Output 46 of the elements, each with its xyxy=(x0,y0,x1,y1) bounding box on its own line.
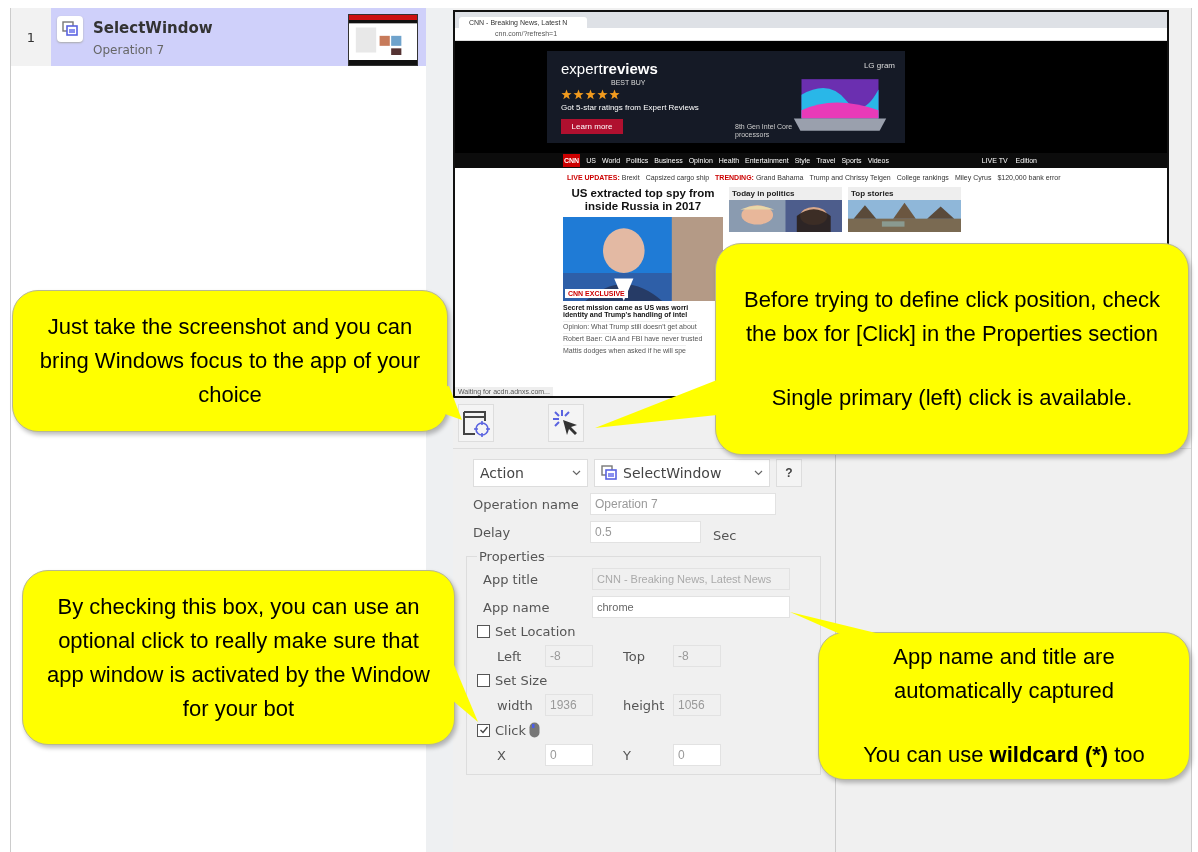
field-label: Top xyxy=(623,648,646,664)
callout-text: You can use wildcard (*) too xyxy=(863,741,1145,769)
click-position-button[interactable] xyxy=(548,404,584,442)
row-number: 1 xyxy=(11,8,51,66)
callout-text: App name and title are automatically captured xyxy=(892,643,1116,705)
callout-text: By checking this box, you can use an optional click to really make sure that app window is activated by the Window for your bot xyxy=(46,592,431,723)
field-label: height xyxy=(623,697,666,713)
ad-tagline: Got 5-star ratings from Expert Reviews xyxy=(561,103,700,112)
step-title: SelectWindow xyxy=(93,19,214,37)
checkbox[interactable] xyxy=(477,625,490,638)
type-dropdown[interactable]: Action xyxy=(473,459,588,487)
field-label: width xyxy=(497,697,534,713)
field-label: App name xyxy=(483,599,551,615)
field-label: Y xyxy=(623,747,632,763)
help-button[interactable]: ? xyxy=(776,459,802,487)
checkbox[interactable] xyxy=(477,723,490,737)
field-label: Delay xyxy=(473,524,512,540)
caret-icon xyxy=(572,470,581,476)
unit-label: Sec xyxy=(713,527,737,543)
section-heading: Today in politics xyxy=(729,187,842,200)
step-subtitle: Operation 7 xyxy=(93,43,166,57)
checkbox[interactable] xyxy=(477,674,490,687)
window-crosshair-icon xyxy=(461,408,491,438)
checkbox-label: Set Size xyxy=(495,673,548,688)
callout-text: Just take the screenshot and you can bring Windows focus to the app of your choice xyxy=(38,313,422,409)
callout-text: Single primary (left) click is available. xyxy=(771,384,1133,412)
callout-text: Before trying to define click position, check the box for [Click] in the Properties section xyxy=(743,286,1161,348)
ad-brand: expertreviews xyxy=(561,61,659,76)
field-label: App title xyxy=(483,571,539,587)
section-heading: Top stories xyxy=(848,187,961,200)
ad-product: LG gram xyxy=(863,61,895,70)
checkbox-label: Set Location xyxy=(495,624,576,639)
learn-more-button[interactable]: Learn more xyxy=(561,119,623,134)
caret-icon xyxy=(754,470,763,476)
text-field[interactable]: chrome xyxy=(592,596,790,618)
headline[interactable]: US extracted top spy from inside Russia in 2017 xyxy=(563,187,723,213)
capture-window-button[interactable] xyxy=(458,404,494,442)
field-label: X xyxy=(497,747,507,763)
group-legend: Properties xyxy=(477,549,547,564)
field-label: Operation name xyxy=(473,496,580,512)
sequence-item[interactable]: 1 SelectWindow Operation 7 xyxy=(11,8,426,66)
command-dropdown[interactable]: SelectWindow xyxy=(594,459,770,487)
select-window-icon xyxy=(601,465,617,481)
select-window-icon xyxy=(62,21,78,37)
field-label: Left xyxy=(497,648,523,664)
checkbox-label: Click xyxy=(495,722,526,738)
